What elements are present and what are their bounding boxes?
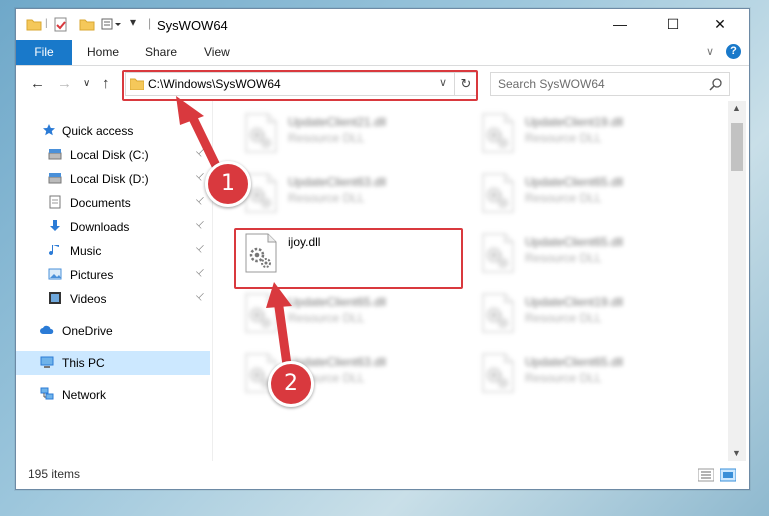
arrow-2-head (266, 282, 292, 308)
step-1-badge: 1 (205, 161, 251, 207)
arrow-1-head (176, 96, 204, 125)
annotation-arrows (176, 96, 293, 373)
step-2-badge: 2 (268, 361, 314, 407)
